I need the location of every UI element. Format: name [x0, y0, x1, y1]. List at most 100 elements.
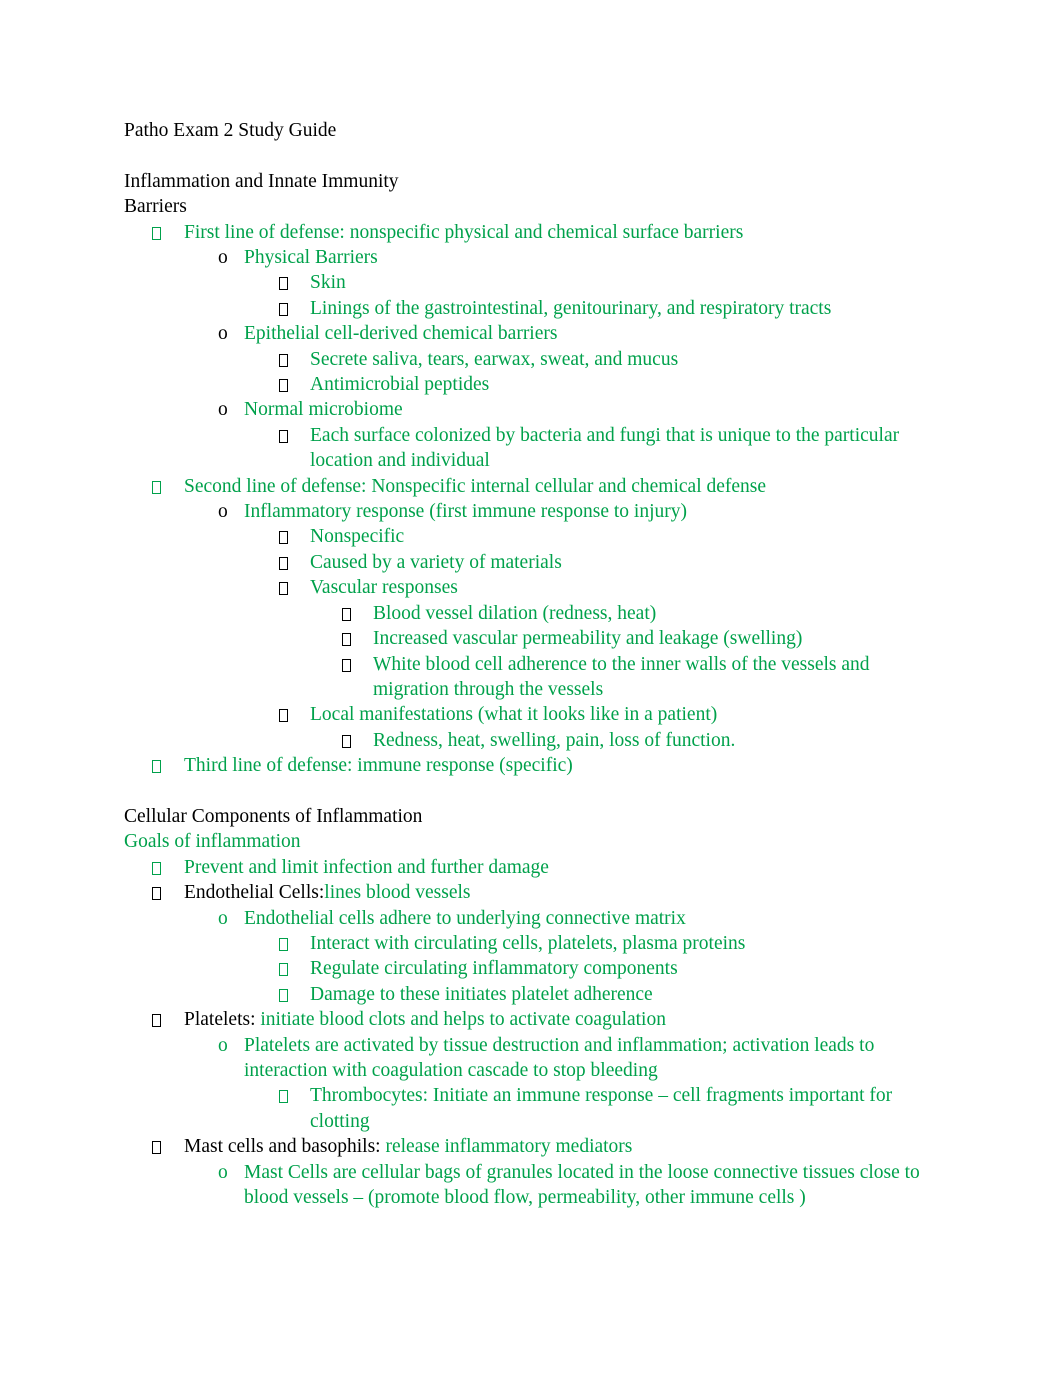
list-item-label: Mast Cells are cellular bags of granules… — [244, 1161, 920, 1209]
bullet-tofu-icon — [279, 575, 310, 600]
bullet-tofu-icon — [279, 982, 310, 1007]
bullet-o-icon: o — [218, 399, 228, 421]
bullet-tofu-icon — [279, 347, 310, 372]
list-item-label: Physical Barriers — [244, 247, 378, 269]
bullet-tofu-icon — [152, 1007, 184, 1032]
list-item-label: Normal microbiome — [244, 399, 403, 421]
term-definition: release inflammatory mediators — [385, 1136, 633, 1158]
list-item-label: Platelets are activated by tissue destru… — [244, 1034, 875, 1081]
list-item-label: Prevent and limit infection and further … — [184, 856, 549, 878]
list-item: Third line of defense: immune response (… — [124, 753, 966, 778]
bullet-o-icon: o — [218, 323, 228, 345]
bullet-tofu-icon — [342, 728, 373, 753]
list-item-label: Interact with circulating cells, platele… — [310, 932, 746, 954]
bullet-tofu-icon — [152, 880, 184, 905]
term-definition: initiate blood clots and helps to activa… — [260, 1009, 666, 1031]
bullet-o-icon: o — [218, 247, 228, 269]
list-item-label: Vascular responses — [310, 577, 458, 599]
list-item: Caused by a variety of materials — [124, 550, 966, 575]
list-item-label: Epithelial cell-derived chemical barrier… — [244, 323, 558, 345]
bullet-o-icon: o — [218, 501, 228, 523]
list-item: Platelets: initiate blood clots and help… — [124, 1007, 966, 1032]
bullet-tofu-icon — [342, 652, 373, 677]
list-item: o Platelets are activated by tissue dest… — [124, 1033, 966, 1084]
list-item-label: Redness, heat, swelling, pain, loss of f… — [373, 729, 736, 751]
bullet-tofu-icon — [279, 702, 310, 727]
list-item: o Endothelial cells adhere to underlying… — [124, 906, 966, 931]
section-heading-cellular-components: Cellular Components of Inflammation — [124, 805, 423, 827]
list-item-label: Each surface colonized by bacteria and f… — [310, 424, 900, 472]
list-item: Prevent and limit infection and further … — [124, 855, 966, 880]
list-item: Endothelial Cells:lines blood vessels — [124, 880, 966, 905]
bullet-tofu-icon — [152, 753, 184, 778]
list-item: Secrete saliva, tears, earwax, sweat, an… — [124, 347, 966, 372]
list-item-label: Blood vessel dilation (redness, heat) — [373, 602, 657, 624]
bullet-tofu-icon — [279, 956, 310, 981]
list-item-label: Mast cells and basophils: release inflam… — [184, 1134, 944, 1159]
bullet-tofu-icon — [279, 931, 310, 956]
bullet-tofu-icon — [279, 550, 310, 575]
bullet-o-icon: o — [218, 907, 228, 929]
bullet-tofu-icon — [279, 372, 310, 397]
list-item-label: Caused by a variety of materials — [310, 551, 562, 573]
bullet-tofu-icon — [342, 626, 373, 651]
term-definition: lines blood vessels — [324, 882, 471, 904]
list-item-label: Secrete saliva, tears, earwax, sweat, an… — [310, 348, 679, 370]
list-item-label: White blood cell adherence to the inner … — [373, 653, 870, 700]
list-item: Linings of the gastrointestinal, genitou… — [124, 296, 966, 321]
list-item: Redness, heat, swelling, pain, loss of f… — [124, 728, 966, 753]
list-item: Damage to these initiates platelet adher… — [124, 982, 966, 1007]
list-item: o Normal microbiome — [124, 397, 966, 422]
bullet-tofu-icon — [152, 220, 184, 245]
list-item: o Physical Barriers — [124, 245, 966, 270]
list-item: Thrombocytes: Initiate an immune respons… — [124, 1083, 966, 1134]
bullet-tofu-icon — [342, 601, 373, 626]
list-item: Local manifestations (what it looks like… — [124, 702, 966, 727]
list-item: o Inflammatory response (first immune re… — [124, 499, 966, 524]
list-item: Antimicrobial peptides — [124, 372, 966, 397]
list-item-label: Linings of the gastrointestinal, genitou… — [310, 297, 832, 319]
bullet-tofu-icon — [152, 855, 184, 880]
list-item-label: Regulate circulating inflammatory compon… — [310, 958, 678, 980]
bullet-tofu-icon — [152, 474, 184, 499]
list-item-label: Skin — [310, 272, 346, 294]
section-heading-goals: Goals of inflammation — [124, 831, 301, 853]
term-label: Endothelial Cells: — [184, 882, 325, 904]
list-item: o Mast Cells are cellular bags of granul… — [124, 1160, 966, 1211]
list-item: Blood vessel dilation (redness, heat) — [124, 601, 966, 626]
list-item-label: Nonspecific — [310, 526, 405, 548]
document-page: Patho Exam 2 Study Guide Inflammation an… — [0, 0, 1062, 1377]
list-item-label: Platelets: initiate blood clots and help… — [184, 1007, 944, 1032]
bullet-tofu-icon — [279, 296, 310, 321]
term-label: Platelets: — [184, 1009, 261, 1031]
page-title: Patho Exam 2 Study Guide — [124, 120, 337, 141]
list-item: Increased vascular permeability and leak… — [124, 626, 966, 651]
list-item-label: Inflammatory response (first immune resp… — [244, 501, 687, 523]
list-item-label: Third line of defense: immune response (… — [184, 755, 573, 777]
list-item: Mast cells and basophils: release inflam… — [124, 1134, 966, 1159]
list-item-label: Damage to these initiates platelet adher… — [310, 983, 653, 1005]
section-heading-inflammation: Inflammation and Innate Immunity — [124, 170, 399, 192]
bullet-tofu-icon — [279, 270, 310, 295]
list-item: White blood cell adherence to the inner … — [124, 652, 966, 703]
bullet-tofu-icon — [279, 423, 310, 448]
bullet-o-icon: o — [218, 1161, 228, 1183]
list-item-label: Endothelial cells adhere to underlying c… — [244, 907, 686, 929]
list-item: o Epithelial cell-derived chemical barri… — [124, 321, 966, 346]
list-item-label: Endothelial Cells:lines blood vessels — [184, 880, 944, 905]
list-item: Regulate circulating inflammatory compon… — [124, 956, 966, 981]
list-item: Vascular responses — [124, 575, 966, 600]
bullet-tofu-icon — [279, 1083, 310, 1108]
bullet-o-icon: o — [218, 1034, 228, 1056]
bullet-tofu-icon — [152, 1134, 184, 1159]
list-item-label: Increased vascular permeability and leak… — [373, 628, 803, 650]
list-item-label: Second line of defense: Nonspecific inte… — [184, 475, 767, 497]
list-item: Skin — [124, 270, 966, 295]
list-item: Each surface colonized by bacteria and f… — [124, 423, 966, 474]
list-item-label: First line of defense: nonspecific physi… — [184, 221, 744, 243]
list-item: Second line of defense: Nonspecific inte… — [124, 474, 966, 499]
list-item-label: Antimicrobial peptides — [310, 374, 490, 396]
list-item: Interact with circulating cells, platele… — [124, 931, 966, 956]
